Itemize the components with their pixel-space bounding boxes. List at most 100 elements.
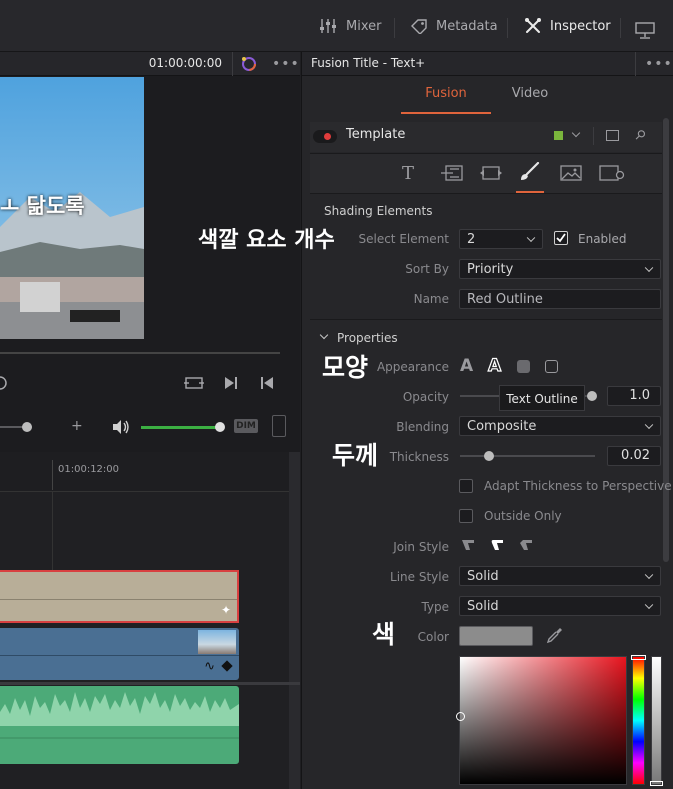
top-toolbar: Mixer Metadata Inspector [0, 0, 673, 52]
annotation-thickness: 두께 [332, 441, 379, 470]
border-icon[interactable] [545, 360, 558, 373]
volume-slider-track[interactable] [141, 426, 221, 429]
template-header: Template ⚲ [310, 122, 662, 152]
ruler-timecode: 01:00:12:00 [58, 464, 120, 475]
shading-brush-icon[interactable] [518, 161, 540, 185]
template-toggle[interactable] [313, 130, 337, 143]
audio-clip[interactable] [0, 686, 239, 764]
image-icon[interactable] [560, 165, 582, 184]
match-frame-icon[interactable] [184, 375, 204, 394]
join-style-bevel-icon[interactable] [518, 538, 534, 555]
tag-icon [411, 19, 427, 34]
name-label: Name [413, 292, 449, 306]
inspector-scrollbar[interactable] [663, 118, 669, 562]
inspector-button[interactable]: Inspector [524, 14, 611, 38]
more-options-icon[interactable]: ••• [645, 56, 673, 72]
annotation-element-count: 색깔 요소 개수 [198, 228, 335, 253]
eyedropper-icon[interactable] [546, 626, 564, 647]
effects-button[interactable] [240, 55, 258, 76]
loop-icon[interactable] [0, 375, 12, 394]
duplicate-icon[interactable] [606, 130, 619, 141]
thickness-slider-track[interactable] [460, 455, 595, 457]
mixer-label: Mixer [346, 18, 382, 34]
text-icon[interactable]: T [402, 163, 414, 184]
outline-text-icon[interactable]: A [487, 355, 501, 376]
active-tab-underline [401, 112, 491, 114]
title-overlay-prefix: ㅗ [0, 194, 20, 218]
enabled-label: Enabled [578, 232, 627, 246]
chevron-down-icon[interactable] [571, 128, 581, 138]
join-style-round-icon[interactable] [489, 538, 505, 555]
block-icon[interactable] [517, 360, 530, 373]
tab-video[interactable]: Video [495, 86, 565, 101]
pin-icon[interactable]: ⚲ [631, 127, 648, 144]
layout-icon[interactable] [441, 165, 463, 184]
mixer-button[interactable]: Mixer [318, 14, 381, 38]
type-value: Solid [467, 598, 499, 614]
outside-only-label: Outside Only [484, 509, 562, 523]
scrub-bar[interactable] [0, 352, 280, 354]
inspector-label: Inspector [550, 18, 611, 34]
line-style-dropdown[interactable]: Solid [459, 566, 661, 586]
prev-clip-icon[interactable] [260, 376, 274, 393]
viewer-header: 01:00:00:00 ••• [0, 52, 300, 76]
opacity-value-field[interactable]: 1.0 [607, 386, 661, 406]
tab-fusion[interactable]: Fusion [401, 86, 491, 101]
timeline-scrollbar[interactable] [289, 452, 300, 789]
divider [593, 127, 594, 145]
enabled-checkbox[interactable] [554, 231, 568, 245]
outside-only-checkbox[interactable] [459, 509, 473, 523]
fullscreen-button[interactable] [635, 22, 655, 43]
hue-slider-handle[interactable] [631, 655, 646, 660]
grid-line [52, 492, 53, 572]
keyframe-icon [221, 660, 233, 672]
zoom-slider-knob[interactable] [22, 422, 32, 432]
properties-heading[interactable]: Properties [337, 331, 398, 345]
zoom-in-icon[interactable]: + [71, 418, 83, 434]
dim-button[interactable]: DIM [234, 419, 258, 433]
line-style-label: Line Style [390, 570, 449, 584]
blending-label: Blending [396, 420, 449, 434]
metadata-button[interactable]: Metadata [410, 14, 498, 38]
adapt-thickness-checkbox[interactable] [459, 479, 473, 493]
settings-icon[interactable] [599, 165, 625, 184]
color-picker-field[interactable] [456, 656, 627, 785]
text-tools-tabs: T [310, 153, 662, 193]
join-style-sharp-icon[interactable] [460, 538, 476, 555]
speed-curve-icon: ∿ [204, 659, 215, 674]
type-dropdown[interactable]: Solid [459, 596, 661, 616]
chevron-down-icon [644, 600, 654, 610]
blending-dropdown[interactable]: Composite [459, 416, 661, 436]
clip-divider [0, 655, 239, 656]
sort-by-dropdown[interactable]: Priority [459, 259, 661, 279]
thickness-value-field[interactable]: 0.02 [607, 446, 661, 466]
ruler-tick [52, 460, 53, 490]
next-frame-icon[interactable] [224, 376, 238, 393]
video-clip[interactable]: ∿ [0, 628, 239, 680]
transform-icon[interactable] [480, 165, 502, 184]
color-picker-cursor[interactable] [456, 712, 465, 721]
more-options-icon[interactable]: ••• [272, 56, 300, 72]
alpha-slider[interactable] [650, 656, 663, 786]
title-clip[interactable]: ✦ [0, 570, 239, 623]
color-tag-icon[interactable] [554, 131, 563, 140]
volume-icon[interactable] [112, 419, 130, 438]
adapt-thickness-label: Adapt Thickness to Perspective [484, 479, 672, 493]
alpha-slider-handle[interactable] [650, 781, 663, 786]
name-input[interactable]: Red Outline [459, 289, 661, 309]
select-element-dropdown[interactable]: 2 [459, 229, 543, 249]
color-wheel-icon [242, 57, 256, 71]
solid-text-icon[interactable]: A [460, 356, 473, 376]
volume-slider-knob[interactable] [215, 422, 225, 432]
opacity-slider-knob[interactable] [587, 391, 597, 401]
inspector-header: Fusion Title - Text+ ••• [302, 52, 673, 76]
annotation-appearance: 모양 [322, 353, 369, 382]
select-element-value: 2 [467, 231, 476, 247]
clip-divider [0, 599, 237, 600]
hue-slider[interactable] [631, 655, 646, 785]
tooltip: Text Outline [499, 385, 585, 411]
thickness-slider-knob[interactable] [484, 451, 494, 461]
color-swatch[interactable] [459, 626, 533, 646]
metadata-label: Metadata [436, 18, 498, 34]
timeline-ruler: 01:00:12:00 [0, 452, 300, 492]
